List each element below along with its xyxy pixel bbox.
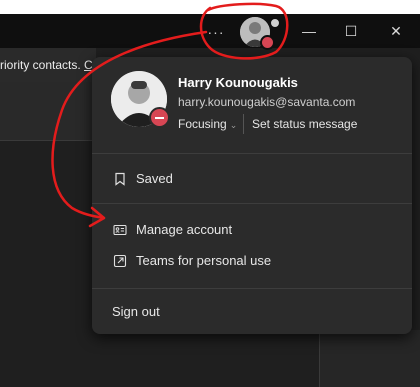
notification-banner: riority contacts. Cl <box>0 48 96 82</box>
profile-email: harry.kounougakis@savanta.com <box>178 95 356 109</box>
teams-personal-label: Teams for personal use <box>136 253 272 268</box>
teams-personal-item[interactable]: Teams for personal use <box>92 246 412 276</box>
close-button[interactable]: ✕ <box>383 20 409 42</box>
left-divider <box>0 140 96 141</box>
menu-divider <box>92 153 412 154</box>
bookmark-icon <box>115 172 125 186</box>
chevron-down-icon: ⌄ <box>229 120 238 130</box>
menu-divider <box>92 203 412 204</box>
saved-item[interactable]: Saved <box>92 164 412 194</box>
status-separator <box>243 114 244 134</box>
left-content-band <box>0 82 96 140</box>
right-content-band <box>320 330 420 387</box>
manage-account-item[interactable]: Manage account <box>92 215 412 245</box>
menu-divider <box>92 288 412 289</box>
manage-account-label: Manage account <box>136 222 233 237</box>
notification-badge <box>270 18 280 28</box>
maximize-button[interactable]: ☐ <box>338 20 364 42</box>
minimize-button[interactable]: — <box>296 20 322 42</box>
id-card-icon <box>113 224 127 236</box>
banner-text: riority contacts. <box>0 58 81 72</box>
window-top-strip <box>0 0 420 14</box>
status-dropdown[interactable]: Focusing ⌄ <box>178 115 237 133</box>
title-bar: ··· — ☐ ✕ <box>0 14 420 50</box>
status-label: Focusing <box>178 117 227 131</box>
busy-status-icon <box>149 107 170 128</box>
profile-name: Harry Kounougakis <box>178 75 298 90</box>
set-status-message-button[interactable]: Set status message <box>252 115 357 133</box>
open-external-icon <box>113 254 127 268</box>
saved-label: Saved <box>136 171 173 186</box>
sign-out-item[interactable]: Sign out <box>92 297 412 327</box>
busy-status-dot <box>260 35 275 50</box>
sign-out-label: Sign out <box>112 304 160 319</box>
more-options-button[interactable]: ··· <box>204 22 228 42</box>
profile-menu: Harry Kounougakis harry.kounougakis@sava… <box>92 57 412 334</box>
